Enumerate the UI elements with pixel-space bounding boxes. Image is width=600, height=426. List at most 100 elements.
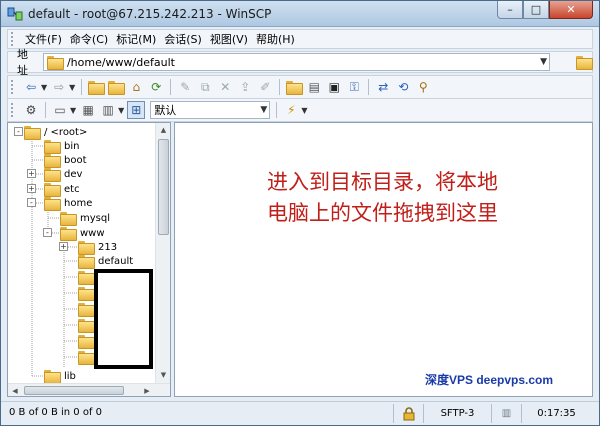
close-button[interactable]: ✕ [549,1,593,19]
forward-icon[interactable]: ⇨ [50,78,68,96]
tree-item-redacted[interactable] [78,334,95,349]
tree-item-lib[interactable]: lib [44,369,76,384]
directory-tree[interactable]: - / <root> bin boot + dev + etc - home m… [7,122,171,397]
scrollbar-thumb[interactable] [158,139,169,235]
chevron-down-icon[interactable]: ▼ [260,105,267,115]
open-directory-icon[interactable] [576,56,593,70]
tree-item-213[interactable]: + 213 [59,240,117,255]
toolbar-separator [368,79,370,95]
collapse-icon[interactable]: - [43,228,52,237]
refresh-icon[interactable]: ⟳ [147,78,165,96]
address-label: 地址 [17,48,28,77]
columns-dropdown-icon[interactable]: ▼ [118,106,124,115]
refresh-remote-icon[interactable]: ⟲ [394,78,412,96]
instruction-text: 进入到目标目录，将本地 电脑上的文件拖拽到这里 [267,167,567,229]
redaction-box [94,269,153,369]
title-bar[interactable]: default - root@67.215.242.213 - WinSCP –… [1,1,599,27]
transfer-settings-select[interactable]: 默认 ▼ [150,101,271,119]
menu-mark[interactable]: 标记(M) [112,31,160,47]
tree-item-redacted[interactable] [78,286,95,301]
toolbar-grip[interactable] [11,103,17,117]
scroll-right-icon[interactable]: ▶ [140,384,154,396]
transfer-mode-dropdown-icon[interactable]: ▼ [301,106,307,115]
tree-vertical-scrollbar[interactable]: ▲ ▼ [155,123,170,383]
menu-commands[interactable]: 命令(C) [66,31,112,47]
back-icon[interactable]: ⇦ [22,78,40,96]
minimize-button[interactable]: – [497,1,523,19]
tree-item-home[interactable]: - home [27,196,92,211]
new-folder-icon[interactable] [285,78,304,96]
tree-horizontal-scrollbar[interactable]: ◀ ▶ [8,383,170,396]
file-list-pane[interactable]: 进入到目标目录，将本地 电脑上的文件拖拽到这里 深度VPS deepvps.co… [174,122,593,397]
tree-item-boot[interactable]: boot [44,153,87,168]
rename-icon[interactable]: ✐ [256,78,274,96]
find-icon[interactable]: ⚲ [414,78,432,96]
properties-icon[interactable]: ▤ [305,78,323,96]
home-dir-icon[interactable]: ⌂ [127,78,145,96]
menu-file[interactable]: 文件(F) [21,31,66,47]
collapse-icon[interactable]: - [14,127,23,136]
winscp-window: default - root@67.215.242.213 - WinSCP –… [0,0,600,426]
network-icon[interactable]: ▥ [491,404,521,423]
menu-session[interactable]: 会话(S) [160,31,206,47]
move-icon[interactable]: ⇪ [236,78,254,96]
toolbar-grip[interactable] [11,32,17,46]
protocol-status[interactable]: SFTP-3 [423,404,491,423]
encryption-status[interactable] [393,404,423,423]
collapse-icon[interactable]: - [27,198,36,207]
back-dropdown-icon[interactable]: ▼ [41,83,47,92]
tree-item-etc[interactable]: + etc [27,182,80,197]
root-dir-icon[interactable] [107,78,126,96]
toolbar-separator [45,102,46,118]
folder-icon [78,287,95,301]
parent-dir-icon[interactable] [87,78,106,96]
folder-icon [78,303,95,317]
tree-item-redacted[interactable] [78,302,95,317]
expand-icon[interactable]: + [59,242,68,251]
tree-item-mysql[interactable]: mysql [60,211,110,226]
toolbar-separator [170,79,172,95]
tree-item-bin[interactable]: bin [44,139,79,154]
tree-item-redacted[interactable] [78,350,95,365]
menu-help[interactable]: 帮助(H) [252,31,299,47]
sync-icon[interactable]: ⇄ [374,78,392,96]
settings-icon[interactable]: ⚙ [22,101,40,119]
folder-icon [78,319,95,333]
chevron-down-icon[interactable]: ▼ [540,57,547,67]
tree-item-dev[interactable]: + dev [27,167,82,182]
scrollbar-thumb[interactable] [24,386,124,395]
delete-icon[interactable]: ✕ [216,78,234,96]
tree-view-icon[interactable]: ⊞ [127,101,146,119]
window-title: default - root@67.215.242.213 - WinSCP [28,7,272,21]
view-style-icon[interactable]: ▭ [51,101,69,119]
folder-icon [286,81,304,95]
forward-dropdown-icon[interactable]: ▼ [69,83,75,92]
preferences-icon[interactable]: ▦ [79,101,97,119]
scroll-up-icon[interactable]: ▲ [156,123,170,138]
tree-item-www[interactable]: - www [43,226,105,241]
terminal-icon[interactable]: ▣ [325,78,343,96]
permissions-icon[interactable]: ⚿ [345,78,363,96]
view-style-dropdown-icon[interactable]: ▼ [70,106,76,115]
tree-item-default[interactable]: default [78,254,133,269]
transfer-mode-icon[interactable]: ⚡ [282,101,300,119]
tree-item-redacted[interactable] [78,318,95,333]
columns-icon[interactable]: ▥ [99,101,117,119]
tree-item-label: / <root> [44,126,88,138]
expand-icon[interactable]: + [27,169,36,178]
toolbar-grip[interactable] [11,80,17,94]
scroll-down-icon[interactable]: ▼ [156,368,170,383]
app-icon[interactable] [7,6,23,22]
expand-icon[interactable]: + [27,184,36,193]
maximize-button[interactable]: □ [523,1,549,19]
scroll-left-icon[interactable]: ◀ [8,384,22,396]
address-path[interactable]: /home/www/default [67,56,175,69]
folder-icon [60,227,77,241]
tree-item-root[interactable]: - / <root> [14,125,88,140]
menu-view[interactable]: 视图(V) [206,31,252,47]
tree-item-redacted[interactable] [78,270,95,285]
edit-icon[interactable]: ✎ [176,78,194,96]
copy-icon[interactable]: ⧉ [196,78,214,96]
lock-icon [403,406,414,420]
address-input[interactable]: /home/www/default ▼ [42,53,551,71]
